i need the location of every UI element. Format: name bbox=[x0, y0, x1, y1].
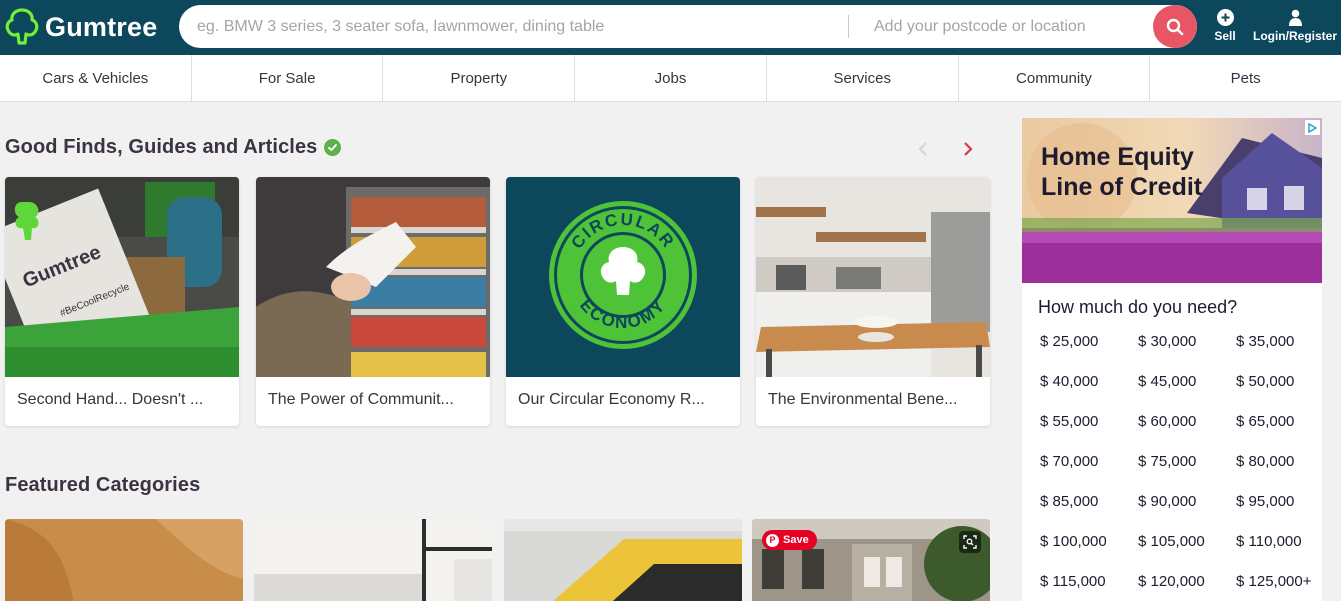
search-bar bbox=[179, 5, 1197, 48]
search-icon bbox=[1166, 18, 1184, 35]
ad-amount-option[interactable]: $ 110,000 bbox=[1236, 532, 1334, 552]
ad-amount-option[interactable]: $ 40,000 bbox=[1040, 372, 1138, 392]
ad-choices-icon[interactable] bbox=[1305, 120, 1320, 135]
chevron-right-icon bbox=[964, 142, 973, 156]
nav-item-community[interactable]: Community bbox=[959, 55, 1151, 101]
featured-image-furniture bbox=[254, 519, 492, 601]
ad-amount-option[interactable]: $ 100,000 bbox=[1040, 532, 1138, 552]
sell-button[interactable]: Sell bbox=[1210, 9, 1240, 43]
nav-item-property[interactable]: Property bbox=[383, 55, 576, 101]
ad-amount-option[interactable]: $ 60,000 bbox=[1138, 412, 1236, 432]
good-finds-heading: Good Finds, Guides and Articles bbox=[5, 136, 342, 159]
featured-image-clothing bbox=[5, 519, 243, 601]
ad-amount-option[interactable]: $ 50,000 bbox=[1236, 372, 1334, 392]
article-title: Second Hand... Doesn't ... bbox=[17, 391, 204, 408]
featured-categories-title: Featured Categories bbox=[5, 474, 201, 496]
location-input[interactable] bbox=[857, 5, 1107, 48]
carousel-prev-button[interactable] bbox=[913, 138, 933, 160]
search-divider bbox=[848, 15, 849, 38]
advertisement-panel[interactable]: Home Equity Line of Credit How much do y… bbox=[1022, 118, 1322, 601]
nav-item-cars-vehicles[interactable]: Cars & Vehicles bbox=[0, 55, 192, 101]
site-header: Gumtree Sell Login/Register bbox=[0, 0, 1341, 55]
carousel-next-button[interactable] bbox=[958, 138, 978, 160]
plus-circle-icon bbox=[1216, 9, 1234, 26]
nav-item-pets[interactable]: Pets bbox=[1150, 55, 1341, 101]
ad-question: How much do you need? bbox=[1038, 297, 1238, 317]
article-image-recycling: Gumtree #BeCoolRecycle bbox=[5, 177, 239, 377]
ad-amount-option[interactable]: $ 30,000 bbox=[1138, 332, 1236, 352]
featured-category-card[interactable] bbox=[5, 519, 243, 601]
article-title: The Power of Communit... bbox=[268, 391, 454, 408]
ad-headline: Home Equity Line of Credit bbox=[1041, 143, 1203, 201]
article-title: Our Circular Economy R... bbox=[518, 391, 705, 408]
logo-text: Gumtree bbox=[45, 11, 158, 42]
ad-amount-option[interactable]: $ 35,000 bbox=[1236, 332, 1334, 352]
article-card[interactable]: Gumtree #BeCoolRecycle Second Hand... Do… bbox=[5, 177, 239, 426]
featured-category-card[interactable] bbox=[254, 519, 492, 601]
featured-category-card[interactable] bbox=[504, 519, 742, 601]
ad-amount-option[interactable]: $ 115,000 bbox=[1040, 572, 1138, 592]
featured-category-card[interactable]: P Save bbox=[752, 519, 990, 601]
save-label: Save bbox=[783, 534, 809, 546]
ad-amount-grid: $ 25,000 $ 30,000 $ 35,000 $ 40,000 $ 45… bbox=[1040, 332, 1330, 592]
nav-item-for-sale[interactable]: For Sale bbox=[192, 55, 384, 101]
article-image-shopping bbox=[256, 177, 490, 377]
gumtree-logo[interactable]: Gumtree bbox=[5, 6, 157, 48]
visual-search-icon[interactable] bbox=[959, 531, 981, 553]
article-image-kitchen bbox=[756, 177, 990, 377]
article-card[interactable]: CIRCULAR ECONOMY Our Circular Economy R.… bbox=[506, 177, 740, 426]
article-image-circular-economy: CIRCULAR ECONOMY bbox=[506, 177, 740, 377]
search-input[interactable] bbox=[179, 5, 849, 48]
ad-amount-option[interactable]: $ 45,000 bbox=[1138, 372, 1236, 392]
nav-item-jobs[interactable]: Jobs bbox=[575, 55, 767, 101]
article-card[interactable]: The Power of Communit... bbox=[256, 177, 490, 426]
ad-amount-option[interactable]: $ 75,000 bbox=[1138, 452, 1236, 472]
sell-label: Sell bbox=[1214, 29, 1236, 43]
ad-amount-option[interactable]: $ 105,000 bbox=[1138, 532, 1236, 552]
ad-amount-option[interactable]: $ 80,000 bbox=[1236, 452, 1334, 472]
ad-amount-option[interactable]: $ 65,000 bbox=[1236, 412, 1334, 432]
nav-item-services[interactable]: Services bbox=[767, 55, 959, 101]
search-button[interactable] bbox=[1153, 5, 1197, 48]
ad-amount-option[interactable]: $ 55,000 bbox=[1040, 412, 1138, 432]
article-card[interactable]: The Environmental Bene... bbox=[756, 177, 990, 426]
ad-amount-option[interactable]: $ 125,000+ bbox=[1236, 572, 1334, 592]
tree-logo-icon bbox=[5, 8, 39, 45]
login-register-label: Login/Register bbox=[1252, 29, 1337, 43]
verified-check-icon bbox=[324, 139, 342, 156]
ad-amount-option[interactable]: $ 85,000 bbox=[1040, 492, 1138, 512]
ad-amount-option[interactable]: $ 70,000 bbox=[1040, 452, 1138, 472]
ad-amount-option[interactable]: $ 120,000 bbox=[1138, 572, 1236, 592]
ad-amount-option[interactable]: $ 25,000 bbox=[1040, 332, 1138, 352]
category-nav: Cars & Vehicles For Sale Property Jobs S… bbox=[0, 55, 1341, 102]
pinterest-icon: P bbox=[766, 533, 779, 547]
ad-amount-option[interactable]: $ 90,000 bbox=[1138, 492, 1236, 512]
featured-image-gaming bbox=[504, 519, 742, 601]
good-finds-title: Good Finds, Guides and Articles bbox=[5, 136, 318, 158]
pinterest-save-button[interactable]: P Save bbox=[762, 530, 817, 550]
chevron-left-icon bbox=[918, 142, 927, 156]
ad-amount-option[interactable]: $ 95,000 bbox=[1236, 492, 1334, 512]
article-title: The Environmental Bene... bbox=[768, 391, 958, 408]
user-icon bbox=[1288, 9, 1302, 26]
login-register-button[interactable]: Login/Register bbox=[1250, 9, 1340, 43]
